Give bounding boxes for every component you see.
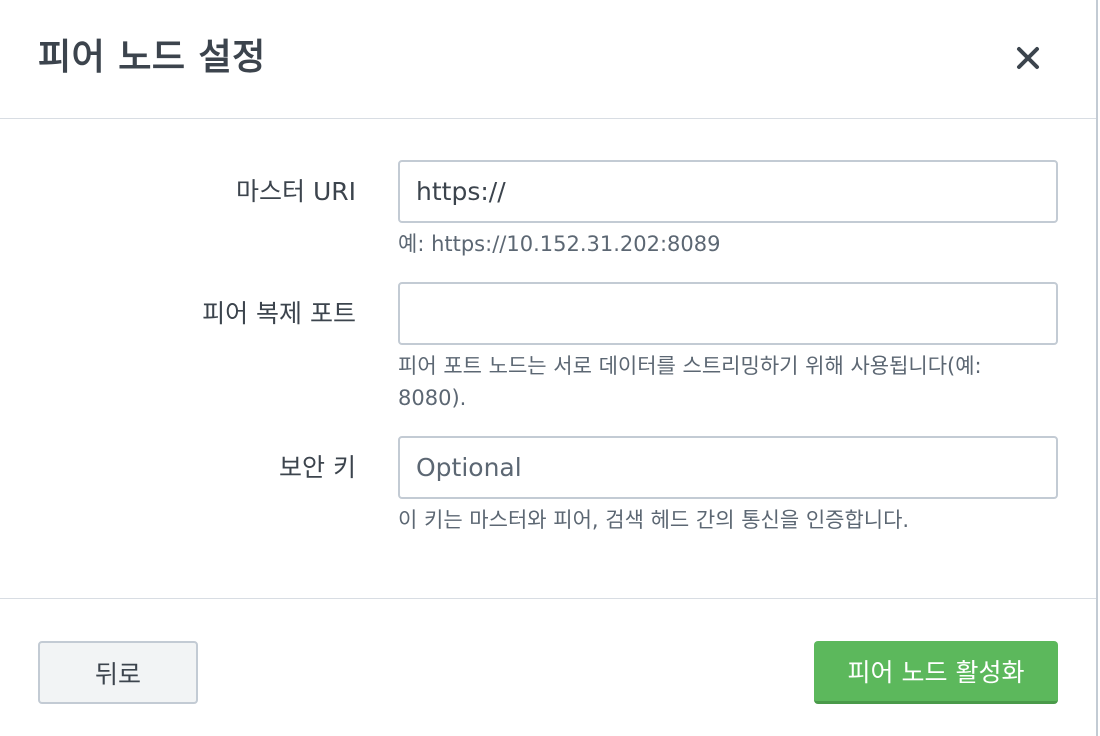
security-key-help: 이 키는 마스터와 피어, 검색 헤드 간의 통신을 인증합니다. — [398, 508, 910, 532]
close-button[interactable] — [1010, 40, 1046, 76]
dialog-header: 피어 노드 설정 — [0, 0, 1096, 119]
dialog-footer: 뒤로 피어 노드 활성화 — [0, 598, 1096, 736]
security-key-label: 보안 키 — [279, 453, 356, 482]
replication-port-help: 피어 포트 노드는 서로 데이터를 스트리밍하기 위해 사용됩니다(예: 808… — [398, 354, 982, 410]
close-icon — [1017, 47, 1039, 69]
enable-peer-node-button[interactable]: 피어 노드 활성화 — [814, 641, 1058, 704]
master-uri-input[interactable] — [398, 160, 1058, 223]
peer-node-settings-dialog: 피어 노드 설정 마스터 URI 예: https://10.152.31.20… — [0, 0, 1098, 736]
back-button[interactable]: 뒤로 — [38, 641, 198, 704]
dialog-title: 피어 노드 설정 — [38, 37, 266, 78]
master-uri-help: 예: https://10.152.31.202:8089 — [398, 232, 721, 256]
dialog-body: 마스터 URI 예: https://10.152.31.202:8089 피어… — [0, 119, 1096, 599]
replication-port-input[interactable] — [398, 282, 1058, 345]
replication-port-label: 피어 복제 포트 — [202, 299, 356, 328]
master-uri-label: 마스터 URI — [236, 177, 356, 206]
security-key-input[interactable] — [398, 436, 1058, 499]
